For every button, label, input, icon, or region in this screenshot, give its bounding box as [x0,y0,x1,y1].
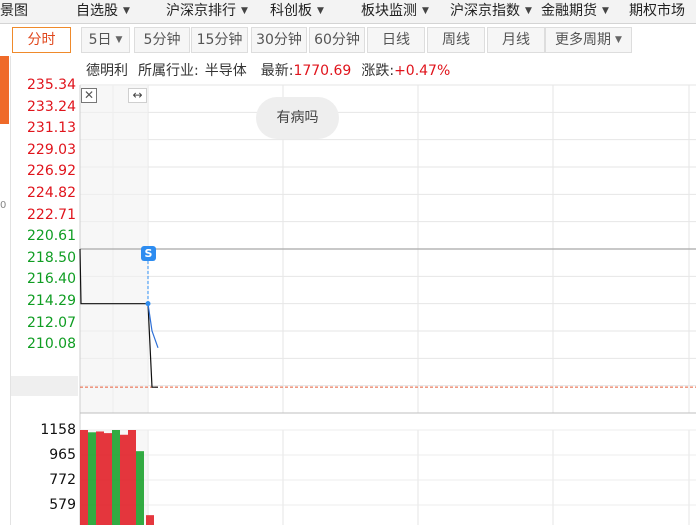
s-marker-icon[interactable]: S [141,246,156,261]
volume-bar [112,430,120,525]
volume-bar [96,431,104,525]
volume-bar [136,451,144,525]
volume-bar [80,430,88,525]
volume-bar [128,430,136,525]
close-icon[interactable]: ✕ [81,88,97,103]
marker-dot [145,301,151,307]
volume-bar [120,434,128,525]
resize-handle-icon[interactable]: ↔ [128,88,147,103]
tooltip-bubble: 有病吗 [256,97,339,139]
volume-bar [88,432,96,525]
volume-bar [146,515,154,525]
volume-bar [104,433,112,525]
price-chart[interactable] [0,0,696,525]
